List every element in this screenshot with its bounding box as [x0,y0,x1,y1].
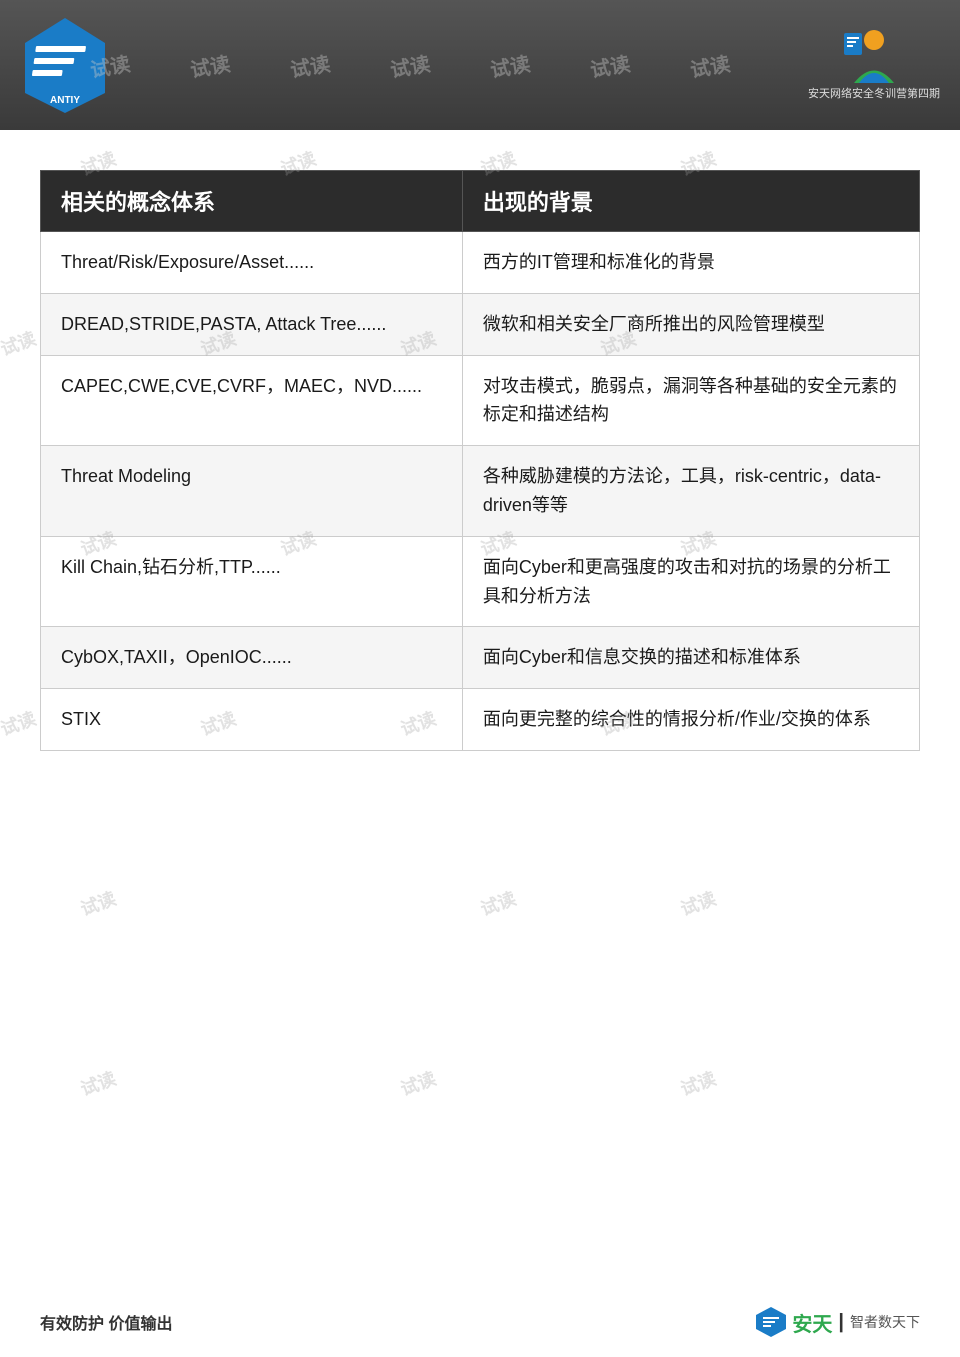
table-cell-concept-3: Threat Modeling [41,446,463,537]
table-cell-background-5: 面向Cyber和信息交换的描述和标准体系 [462,627,919,689]
wm-body-22: 试读 [677,1065,720,1102]
header-watermarks: 试读 试读 试读 试读 试读 试读 试读 [90,0,840,130]
header-watermark-1: 试读 [90,47,132,83]
wm-body-21: 试读 [397,1065,440,1102]
table-cell-background-0: 西方的IT管理和标准化的背景 [462,232,919,294]
table-cell-concept-2: CAPEC,CWE,CVE,CVRF，MAEC，NVD...... [41,355,463,446]
wm-body-19: 试读 [677,885,720,922]
wm-body-17: 试读 [77,885,120,922]
table-row: Kill Chain,钻石分析,TTP......面向Cyber和更高强度的攻击… [41,536,920,627]
header-watermark-5: 试读 [488,47,532,83]
header-watermark-2: 试读 [188,47,232,83]
table-row: Threat Modeling各种威胁建模的方法论，工具，risk-centri… [41,446,920,537]
header-watermark-6: 试读 [588,47,632,83]
header-watermark-3: 试读 [288,47,332,83]
footer-right: 安天 | 智者数天下 [756,1307,920,1337]
concept-table: 相关的概念体系 出现的背景 Threat/Risk/Exposure/Asset… [40,170,920,751]
table-cell-concept-0: Threat/Risk/Exposure/Asset...... [41,232,463,294]
header-watermark-4: 试读 [388,47,432,83]
wm-body-5: 试读 [0,325,39,362]
col2-header: 出现的背景 [462,171,919,232]
main-content: 试读 试读 试读 试读 试读 试读 试读 试读 试读 试读 试读 试读 试读 试… [0,130,960,781]
footer-separator: | [838,1311,844,1334]
table-cell-background-6: 面向更完整的综合性的情报分析/作业/交换的体系 [462,689,919,751]
col1-header: 相关的概念体系 [41,171,463,232]
table-cell-background-2: 对攻击模式，脆弱点，漏洞等各种基础的安全元素的标定和描述结构 [462,355,919,446]
table-cell-concept-4: Kill Chain,钻石分析,TTP...... [41,536,463,627]
table-header-row: 相关的概念体系 出现的背景 [41,171,920,232]
table-cell-concept-6: STIX [41,689,463,751]
footer: 有效防护 价值输出 安天 | 智者数天下 [0,1307,960,1337]
table-cell-background-3: 各种威胁建模的方法论，工具，risk-centric，data-driven等等 [462,446,919,537]
table-row: DREAD,STRIDE,PASTA, Attack Tree......微软和… [41,293,920,355]
table-row: Threat/Risk/Exposure/Asset......西方的IT管理和… [41,232,920,294]
wm-body-20: 试读 [77,1065,120,1102]
footer-tagline: 有效防护 价值输出 [40,1310,172,1334]
header-right-icon [839,28,909,83]
table-cell-background-4: 面向Cyber和更高强度的攻击和对抗的场景的分析工具和分析方法 [462,536,919,627]
footer-antiy-icon [756,1307,786,1337]
table-cell-concept-5: CybOX,TAXII，OpenIOC...... [41,627,463,689]
wm-body-13: 试读 [0,705,39,742]
table-row: STIX面向更完整的综合性的情报分析/作业/交换的体系 [41,689,920,751]
svg-text:ANTIY: ANTIY [50,95,80,106]
header: ANTIY 试读 试读 试读 试读 试读 试读 试读 安天网络安全冬训营第四期 [0,0,960,130]
footer-brand-tagline: 智者数天下 [850,1312,920,1332]
header-watermark-7: 试读 [688,47,732,83]
table-row: CAPEC,CWE,CVE,CVRF，MAEC，NVD......对攻击模式，脆… [41,355,920,446]
table-cell-background-1: 微软和相关安全厂商所推出的风险管理模型 [462,293,919,355]
table-row: CybOX,TAXII，OpenIOC......面向Cyber和信息交换的描述… [41,627,920,689]
wm-body-18: 试读 [477,885,520,922]
footer-brand-chinese: 安天 [792,1308,832,1337]
table-cell-concept-1: DREAD,STRIDE,PASTA, Attack Tree...... [41,293,463,355]
